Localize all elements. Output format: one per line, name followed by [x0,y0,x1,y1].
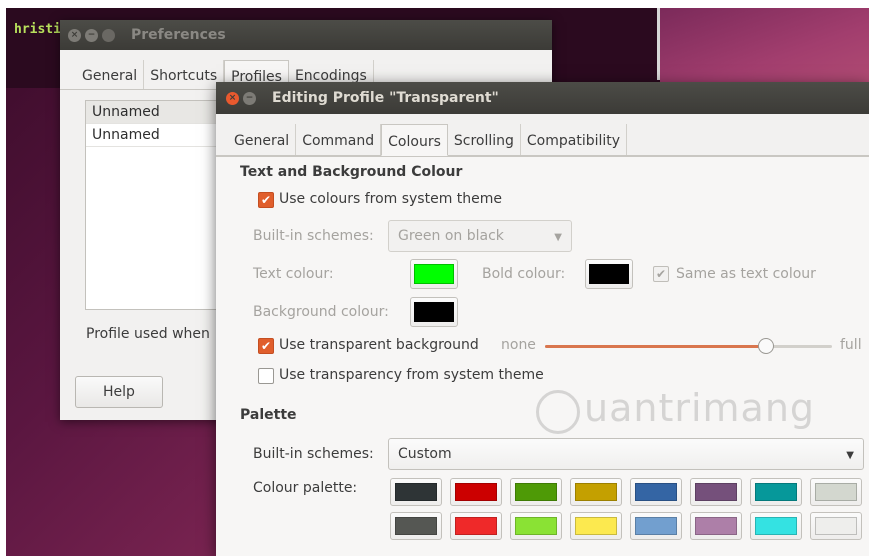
use-system-transparency-label: Use transparency from system theme [279,367,544,383]
palette-colour-swatch [455,483,497,501]
palette-colour-swatch [695,517,737,535]
watermark-text: uantrimang [584,386,816,430]
bold-colour-swatch [589,264,629,284]
builtin-schemes-value: Green on black [398,228,504,244]
editing-profile-title: Editing Profile "Transparent" [272,90,499,106]
colour-palette-grid [390,478,862,540]
editing-profile-tabs: General Command Colours Scrolling Compat… [216,114,869,156]
builtin-schemes-label: Built-in schemes: [253,228,374,244]
profile-list: Unnamed Unnamed [85,100,225,310]
list-item[interactable]: Unnamed [86,124,224,147]
text-colour-button[interactable] [410,259,458,289]
palette-schemes-label: Built-in schemes: [253,446,374,462]
section-title-text-background: Text and Background Colour [240,164,463,180]
section-title-palette: Palette [240,407,297,423]
palette-colour-swatch [815,483,857,501]
palette-colour-button[interactable] [510,512,562,540]
use-system-transparency-checkbox[interactable] [258,368,274,384]
palette-colour-swatch [575,517,617,535]
palette-colour-swatch [695,483,737,501]
tab-compatibility[interactable]: Compatibility [521,124,628,155]
same-as-text-label: Same as text colour [676,266,816,282]
text-colour-swatch [414,264,454,284]
watermark-logo-icon [536,390,580,434]
transparency-min-label: none [501,337,536,353]
palette-colour-swatch [395,517,437,535]
palette-colour-swatch [635,483,677,501]
help-button[interactable]: Help [75,376,163,408]
bold-colour-label: Bold colour: [482,266,566,282]
same-as-text-checkbox[interactable]: ✔ [653,266,669,282]
palette-colour-button[interactable] [810,512,862,540]
palette-colour-button[interactable] [750,478,802,506]
use-system-colours-label: Use colours from system theme [279,191,503,207]
editing-profile-titlebar: × − Editing Profile "Transparent" [216,82,869,114]
palette-colour-button[interactable] [450,478,502,506]
palette-colour-swatch [815,517,857,535]
desktop-wallpaper-right [660,8,869,88]
palette-colour-button[interactable] [450,512,502,540]
palette-colour-swatch [515,483,557,501]
tab-shortcuts[interactable]: Shortcuts [144,60,225,89]
background-colour-swatch [414,302,454,322]
minimize-icon[interactable]: − [243,91,256,105]
palette-colour-swatch [455,517,497,535]
colour-palette-label: Colour palette: [253,480,358,496]
background-colour-button[interactable] [410,297,458,327]
close-icon[interactable]: × [68,28,81,42]
palette-colour-button[interactable] [810,478,862,506]
palette-colour-button[interactable] [570,478,622,506]
maximize-icon[interactable] [102,28,115,42]
palette-colour-button[interactable] [570,512,622,540]
text-colour-label: Text colour: [253,266,334,282]
preferences-title: Preferences [131,27,226,43]
palette-colour-swatch [755,517,797,535]
use-transparent-bg-checkbox[interactable]: ✔ [258,338,274,354]
palette-schemes-select[interactable]: Custom ▼ [388,438,864,470]
close-icon[interactable]: × [226,91,239,105]
tab-general[interactable]: General [76,60,145,89]
palette-colour-button[interactable] [750,512,802,540]
tab-colours[interactable]: Colours [381,124,448,156]
use-system-colours-checkbox[interactable]: ✔ [258,192,274,208]
transparency-slider-fill [545,345,766,348]
palette-colour-swatch [635,517,677,535]
palette-colour-button[interactable] [390,478,442,506]
palette-colour-button[interactable] [390,512,442,540]
use-transparent-bg-label: Use transparent background [279,337,479,353]
chevron-down-icon: ▼ [846,450,854,461]
transparency-max-label: full [840,337,862,353]
palette-colour-button[interactable] [690,478,742,506]
palette-colour-button[interactable] [510,478,562,506]
editing-profile-window: × − Editing Profile "Transparent" Genera… [216,82,869,556]
builtin-schemes-select[interactable]: Green on black ▼ [388,220,572,252]
background-colour-label: Background colour: [253,304,389,320]
chevron-down-icon: ▼ [554,232,562,243]
palette-schemes-value: Custom [398,446,452,462]
palette-colour-swatch [395,483,437,501]
bold-colour-button[interactable] [585,259,633,289]
palette-colour-swatch [515,517,557,535]
palette-colour-swatch [755,483,797,501]
terminal-text: hristi [14,22,61,37]
palette-colour-button[interactable] [690,512,742,540]
tab-general[interactable]: General [228,124,297,155]
palette-colour-button[interactable] [630,512,682,540]
tab-command[interactable]: Command [296,124,382,155]
list-item[interactable]: Unnamed [86,101,224,124]
transparency-slider-handle[interactable] [758,338,774,354]
palette-colour-swatch [575,483,617,501]
palette-colour-button[interactable] [630,478,682,506]
preferences-titlebar: × − Preferences [60,20,552,50]
tab-scrolling[interactable]: Scrolling [448,124,521,155]
profile-used-label: Profile used when [86,326,210,342]
minimize-icon[interactable]: − [85,28,98,42]
